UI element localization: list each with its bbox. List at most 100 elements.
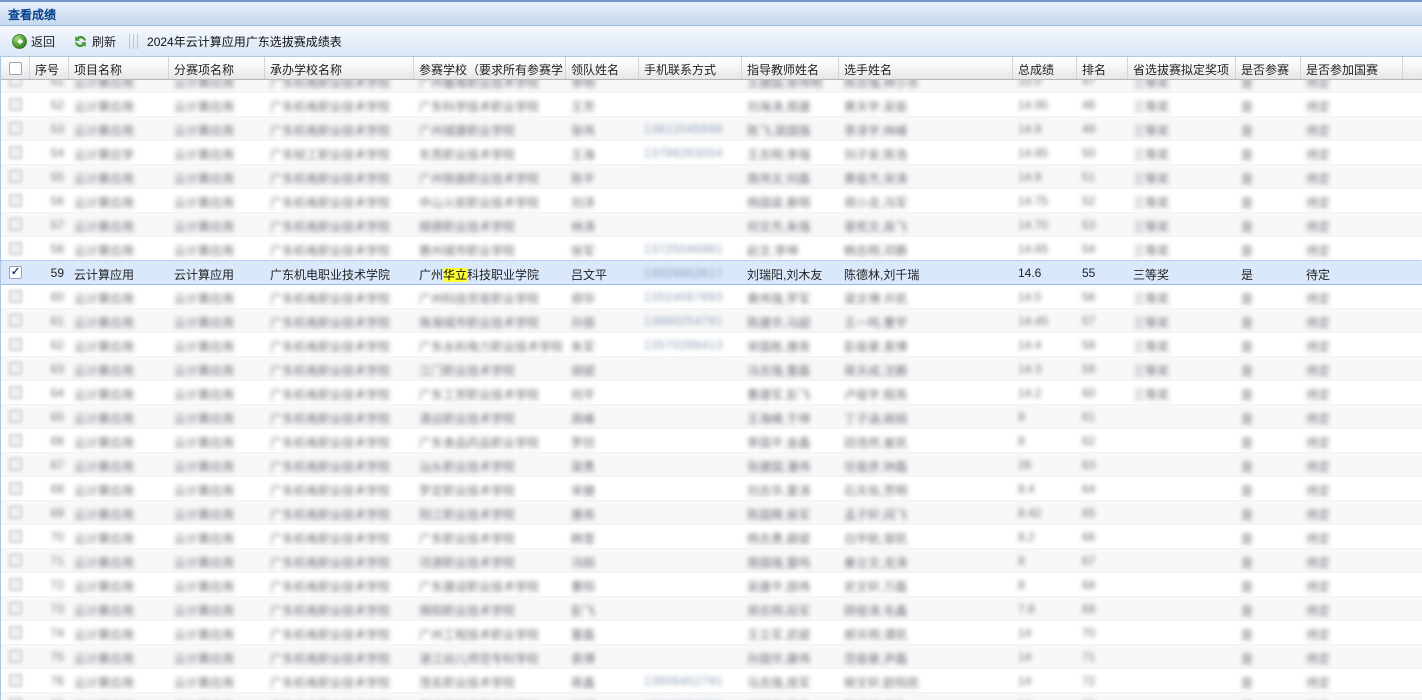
row-checkbox[interactable] [9, 674, 22, 687]
cell-text-num: 67 [51, 458, 64, 472]
cell-sel [1, 525, 30, 548]
cell-score: 8.4 [1013, 477, 1077, 500]
table-row[interactable]: 63云计算应用云计算应用广东机电职业技术学院江门职业技术学院胡斌冯志强,董磊蒋天… [1, 357, 1422, 381]
row-checkbox[interactable] [9, 146, 22, 159]
cell-school: 广州工程技术职业学院 [414, 621, 566, 644]
cell-rank: 47 [1077, 80, 1128, 92]
column-header-rank[interactable]: 排名 [1077, 57, 1128, 79]
cell-school: 广东食品药品职业学院 [414, 429, 566, 452]
column-header-subevent[interactable]: 分赛项名称 [169, 57, 265, 79]
cell-school: 江门职业技术学院 [414, 357, 566, 380]
table-row[interactable]: 64云计算应用云计算应用广东机电职业技术学院广东工贸职业技术学院何平曹建军,彭飞… [1, 381, 1422, 405]
table-row[interactable]: 52云计算应用云计算应用广东机电职业技术学院广东科学技术职业学院王芳刘海涛,周建… [1, 93, 1422, 117]
select-all-checkbox[interactable] [9, 62, 22, 75]
cell-text-joined: 是 [1241, 364, 1253, 378]
row-checkbox[interactable] [9, 578, 22, 591]
column-header-filler[interactable] [1403, 57, 1422, 79]
table-row[interactable]: 71云计算应用云计算应用广东机电职业技术学院河源职业技术学院冯刚周国强,雷鸣秦立… [1, 549, 1422, 573]
table-row[interactable]: 53云计算应用云计算应用广东机电职业技术学院广州城建职业学院张伟13612045… [1, 117, 1422, 141]
row-checkbox[interactable] [9, 626, 22, 639]
grid-body[interactable]: 51云计算应用云计算应用广东机电职业技术学院广州番禺职业技术学院李明王建国,张伟… [1, 80, 1422, 700]
column-header-phone[interactable]: 手机联系方式 [639, 57, 742, 79]
table-row[interactable]: 59云计算应用云计算应用广东机电职业技术学院广州华立科技职业学院吕文平13926… [1, 260, 1422, 285]
table-row[interactable]: 61云计算应用云计算应用广东机电职业技术学院珠海城市职业技术学院孙丽136802… [1, 309, 1422, 333]
cell-filler [1403, 477, 1422, 500]
column-header-joined[interactable]: 是否参赛 [1236, 57, 1301, 79]
table-row[interactable]: 66云计算应用云计算应用广东机电职业技术学院广东食品药品职业学院罗欣李国平,金鑫… [1, 429, 1422, 453]
table-row[interactable]: 57云计算应用云计算应用广东机电职业技术学院顺德职业技术学院林涛何文杰,朱强曾宪… [1, 213, 1422, 237]
row-checkbox[interactable] [9, 290, 22, 303]
table-row[interactable]: 69云计算应用云计算应用广东机电职业技术学院阳江职业技术学院唐亮陈国辉,侯军孟子… [1, 501, 1422, 525]
cell-text-score: 14.5 [1018, 290, 1041, 304]
row-checkbox[interactable] [9, 434, 22, 447]
row-checkbox[interactable] [9, 122, 22, 135]
cell-text-joined: 是 [1241, 388, 1253, 402]
column-header-national[interactable]: 是否参加国赛 [1301, 57, 1403, 79]
row-checkbox[interactable] [9, 242, 22, 255]
row-checkbox[interactable] [9, 98, 22, 111]
cell-teachers: 何文杰,朱强 [742, 213, 839, 236]
table-row[interactable]: 72云计算应用云计算应用广东机电职业技术学院广东建设职业技术学院曹阳吴建平,邵伟… [1, 573, 1422, 597]
select-all-header[interactable] [1, 57, 30, 79]
cell-project: 云计算应学 [69, 141, 169, 164]
row-checkbox[interactable] [9, 338, 22, 351]
row-checkbox[interactable] [9, 386, 22, 399]
cell-text-teachers: 马志强,庞军 [747, 676, 810, 690]
cell-national: 待定 [1301, 429, 1403, 452]
table-row[interactable]: 55云计算应用云计算应用广东机电职业技术学院广州铁路职业技术学院陈平周伟文,何磊… [1, 165, 1422, 189]
cell-text-host: 广东机电职业技术学院 [270, 316, 390, 330]
column-header-score[interactable]: 总成绩 [1013, 57, 1077, 79]
cell-national: 待定 [1301, 525, 1403, 548]
row-checkbox[interactable] [9, 80, 22, 87]
table-row[interactable]: 65云计算应用云计算应用广东机电职业技术学院清远职业技术学院高峰王海峰,于坤丁子… [1, 405, 1422, 429]
table-row[interactable]: 58云计算应用云计算应用广东机电职业技术学院惠州城市职业学院徐军13725046… [1, 237, 1422, 261]
row-checkbox[interactable] [9, 482, 22, 495]
table-row[interactable]: 51云计算应用云计算应用广东机电职业技术学院广州番禺职业技术学院李明王建国,张伟… [1, 80, 1422, 93]
cell-text-rank: 50 [1082, 146, 1095, 160]
column-header-num[interactable]: 序号 [30, 57, 69, 79]
row-checkbox[interactable] [9, 266, 22, 279]
row-checkbox[interactable] [9, 554, 22, 567]
column-header-leader[interactable]: 领队姓名 [566, 57, 639, 79]
cell-text-score: 14 [1018, 650, 1031, 664]
row-checkbox[interactable] [9, 506, 22, 519]
cell-text-num: 51 [51, 80, 64, 88]
table-row[interactable]: 67云计算应用云计算应用广东机电职业技术学院汕头职业技术学院梁勇张建国,潘伟任俊… [1, 453, 1422, 477]
row-checkbox[interactable] [9, 362, 22, 375]
cell-rank: 51 [1077, 165, 1128, 188]
table-row[interactable]: 77云计算应用云计算应用广东机电职业技术学院肇庆医学高等专科学校崔明139102… [1, 693, 1422, 700]
cell-text-school: 广州科技贸易职业学院 [419, 292, 539, 306]
row-checkbox[interactable] [9, 530, 22, 543]
column-header-teachers[interactable]: 指导教师姓名 [742, 57, 839, 79]
column-header-host[interactable]: 承办学校名称 [265, 57, 414, 79]
column-header-players[interactable]: 选手姓名 [839, 57, 1013, 79]
cell-text-project: 云计算应用 [74, 652, 134, 666]
cell-filler [1403, 117, 1422, 140]
table-row[interactable]: 74云计算应用云计算应用广东机电职业技术学院广州工程技术职业学院董磊王立军,武斌… [1, 621, 1422, 645]
back-button[interactable]: 返回 [6, 30, 61, 53]
cell-text-teachers: 王建国,张伟明 [747, 80, 822, 90]
table-row[interactable]: 76云计算应用云计算应用广东机电职业技术学院茂名职业技术学院蒋鑫13806452… [1, 669, 1422, 693]
table-row[interactable]: 62云计算应用云计算应用广东机电职业技术学院广东水利电力职业技术学院朱军1357… [1, 333, 1422, 357]
row-checkbox[interactable] [9, 650, 22, 663]
row-checkbox[interactable] [9, 410, 22, 423]
table-row[interactable]: 60云计算应用云计算应用广东机电职业技术学院广州科技贸易职业学院郑华135240… [1, 285, 1422, 309]
column-header-award[interactable]: 省选拔赛拟定奖项 [1128, 57, 1236, 79]
table-row[interactable]: 68云计算应用云计算应用广东机电职业技术学院罗定职业技术学院宋健刘志华,夏涛石天… [1, 477, 1422, 501]
row-checkbox[interactable] [9, 218, 22, 231]
table-row[interactable]: 70云计算应用云计算应用广东机电职业技术学院广东职业技术学院韩雪杨志勇,薛斌白宇… [1, 525, 1422, 549]
row-checkbox[interactable] [9, 458, 22, 471]
row-checkbox[interactable] [9, 314, 22, 327]
row-checkbox[interactable] [9, 194, 22, 207]
table-row[interactable]: 75云计算应用云计算应用广东机电职业技术学院湛江幼儿师范专科学校袁博孙国华,康伟… [1, 645, 1422, 669]
row-checkbox[interactable] [9, 170, 22, 183]
cell-text-award: 三等奖 [1133, 244, 1169, 258]
table-row[interactable]: 54云计算应学云计算应用广东轻工职业技术学院东莞职业技术学院王海13798263… [1, 141, 1422, 165]
refresh-button[interactable]: 刷新 [67, 30, 122, 53]
row-checkbox[interactable] [9, 602, 22, 615]
table-row[interactable]: 56云计算应用云计算应用广东机电职业技术学院中山火炬职业技术学院刘洋杨国梁,蔡明… [1, 189, 1422, 213]
cell-score: 8 [1013, 573, 1077, 596]
column-header-school[interactable]: 参赛学校（要求所有参赛学 [414, 57, 566, 79]
column-header-project[interactable]: 项目名称 [69, 57, 169, 79]
table-row[interactable]: 73云计算应用云计算应用广东机电职业技术学院揭阳职业技术学院彭飞郑志明,段军顾俊… [1, 597, 1422, 621]
